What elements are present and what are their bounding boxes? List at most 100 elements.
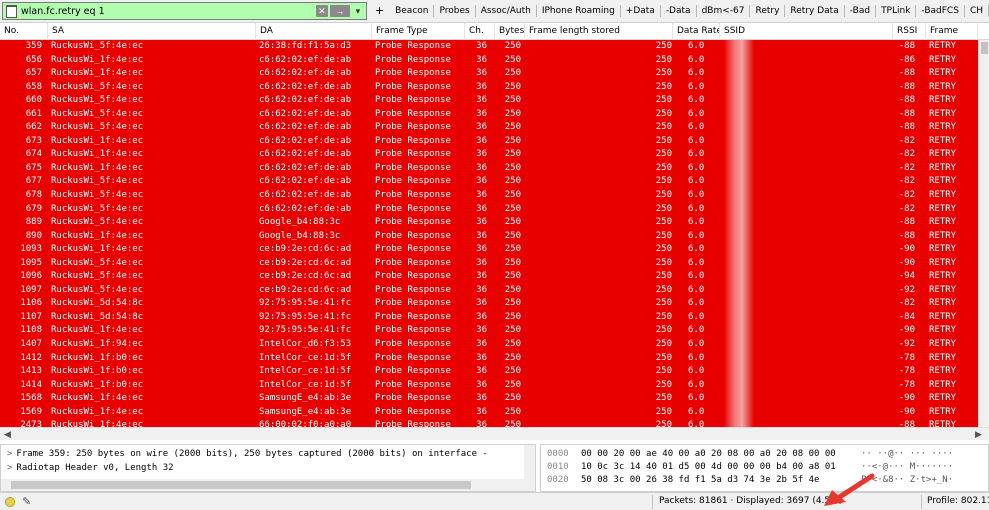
table-row[interactable]: 660 RuckusWi_5f:4e:ec c6:62:02:ef:de:ab Pro… bbox=[0, 94, 978, 108]
cell-frame-length: 250 bbox=[655, 176, 672, 187]
table-row[interactable]: 1568 RuckusWi_1f:4e:ec SamsungE_e4:ab:3e Pr… bbox=[0, 392, 978, 406]
table-row[interactable]: 679 RuckusWi_5f:4e:ec c6:62:02:ef:de:ab Pro… bbox=[0, 203, 978, 217]
table-row[interactable]: 677 RuckusWi_5f:4e:ec c6:62:02:ef:de:ab Pro… bbox=[0, 175, 978, 189]
cell-data-rate: 6.0 bbox=[688, 217, 705, 228]
table-row[interactable]: 1108 RuckusWi_1f:4e:ec 92:75:95:5e:41:fc Pr… bbox=[0, 324, 978, 338]
cell-frame: RETRY bbox=[929, 352, 957, 363]
cell-frame: RETRY bbox=[929, 379, 957, 390]
table-row[interactable]: 1097 RuckusWi_5f:4e:ec ce:b9:2e:cd:6c:ad Pr… bbox=[0, 284, 978, 298]
cell-frame-type: Probe Response bbox=[375, 230, 451, 241]
cell-frame: RETRY bbox=[929, 81, 957, 92]
cell-frame-length: 250 bbox=[655, 162, 672, 173]
column-header-rssi[interactable]: RSSI bbox=[893, 23, 926, 40]
cell-sa: RuckusWi_1f:4e:ec bbox=[51, 54, 144, 65]
filter-button-dbm-67[interactable]: dBm<-67 bbox=[697, 5, 751, 17]
column-header-channel[interactable]: Ch. bbox=[465, 23, 495, 40]
cell-rssi: -82 bbox=[898, 203, 915, 214]
cell-bytes: 250 bbox=[504, 122, 521, 133]
table-row[interactable]: 675 RuckusWi_1f:4e:ec c6:62:02:ef:de:ab Pro… bbox=[0, 162, 978, 176]
vertical-scrollbar[interactable] bbox=[978, 40, 989, 427]
add-filter-button[interactable]: + bbox=[369, 5, 390, 17]
filter-button-bad[interactable]: -Bad bbox=[845, 5, 877, 17]
filter-button-data[interactable]: +Data bbox=[621, 5, 661, 17]
filter-button-retry-data[interactable]: Retry Data bbox=[785, 5, 845, 17]
table-row[interactable]: 661 RuckusWi_5f:4e:ec c6:62:02:ef:de:ab Pro… bbox=[0, 108, 978, 122]
filter-button-retry[interactable]: Retry bbox=[750, 5, 786, 17]
table-row[interactable]: 674 RuckusWi_1f:4e:ec c6:62:02:ef:de:ab Pro… bbox=[0, 148, 978, 162]
table-row[interactable]: 1569 RuckusWi_1f:4e:ec SamsungE_e4:ab:3e Pr… bbox=[0, 406, 978, 420]
cell-frame-type: Probe Response bbox=[375, 122, 451, 133]
scrollbar-thumb[interactable] bbox=[981, 42, 988, 54]
red-annotation-arrow-icon bbox=[824, 473, 875, 506]
column-header-bytes[interactable]: Bytes bbox=[495, 23, 525, 40]
filter-dropdown-button[interactable]: ▾ bbox=[352, 5, 364, 17]
edit-comment-icon[interactable]: ✎ bbox=[22, 495, 31, 508]
table-row[interactable]: 656 RuckusWi_1f:4e:ec c6:62:02:ef:de:ab Pro… bbox=[0, 54, 978, 68]
packet-details-pane: > Frame 359: 250 bytes on wire (2000 bits… bbox=[0, 444, 536, 492]
detail-radiotap-text: Radiotap Header v0, Length 32 bbox=[16, 463, 174, 473]
filter-button-beacon[interactable]: Beacon bbox=[390, 5, 435, 17]
yellow-circle-icon[interactable] bbox=[5, 497, 15, 507]
table-row[interactable]: 658 RuckusWi_5f:4e:ec c6:62:02:ef:de:ab Pro… bbox=[0, 81, 978, 95]
table-row[interactable]: 673 RuckusWi_1f:4e:ec c6:62:02:ef:de:ab Pro… bbox=[0, 135, 978, 149]
table-row[interactable]: 890 RuckusWi_1f:4e:ec Google_b4:88:3c Probe… bbox=[0, 230, 978, 244]
display-filter-input[interactable]: wlan.fc.retry eq 1 ✕ → ▾ bbox=[2, 2, 367, 20]
column-header-no[interactable]: No. bbox=[0, 23, 48, 40]
table-row[interactable]: 1096 RuckusWi_5f:4e:ec ce:b9:2e:cd:6c:ad Pr… bbox=[0, 270, 978, 284]
filter-button-probes[interactable]: Probes bbox=[434, 5, 476, 17]
apply-filter-button[interactable]: → bbox=[329, 5, 350, 17]
scroll-right-icon[interactable]: ▶ bbox=[975, 428, 982, 440]
cell-frame-length: 250 bbox=[655, 406, 672, 417]
cell-frame-type: Probe Response bbox=[375, 108, 451, 119]
cell-sa: RuckusWi_5f:4e:ec bbox=[51, 176, 144, 187]
table-row[interactable]: 678 RuckusWi_5f:4e:ec c6:62:02:ef:de:ab Pro… bbox=[0, 189, 978, 203]
table-row[interactable]: 1107 RuckusWi_5d:54:8c 92:75:95:5e:41:fc Pr… bbox=[0, 311, 978, 325]
table-row[interactable]: 1106 RuckusWi_5d:54:8c 92:75:95:5e:41:fc Pr… bbox=[0, 297, 978, 311]
filter-button-data[interactable]: -Data bbox=[661, 5, 697, 17]
table-row[interactable]: 1095 RuckusWi_5f:4e:ec ce:b9:2e:cd:6c:ad Pr… bbox=[0, 257, 978, 271]
filter-button-tplink[interactable]: TPLink bbox=[876, 5, 917, 17]
cell-channel: 36 bbox=[476, 217, 487, 228]
expand-arrow-icon[interactable]: > bbox=[7, 463, 12, 473]
cell-frame: RETRY bbox=[929, 162, 957, 173]
scroll-left-icon[interactable]: ◀ bbox=[4, 428, 11, 440]
cell-frame-length: 250 bbox=[655, 366, 672, 377]
details-horizontal-scrollbar[interactable] bbox=[1, 479, 535, 491]
bytes-row: 0020 50 08 3c 00 26 38 fd f1 5a d3 74 3e … bbox=[547, 475, 953, 485]
column-header-ssid[interactable]: SSID bbox=[720, 23, 893, 40]
table-row[interactable]: 889 RuckusWi_5f:4e:ec Google_b4:88:3c Probe… bbox=[0, 216, 978, 230]
table-row[interactable]: 1412 RuckusWi_1f:b0:ec IntelCor_ce:1d:5f Pr… bbox=[0, 352, 978, 366]
filter-button-ch[interactable]: CH bbox=[965, 5, 989, 17]
filter-button-badfcs[interactable]: -BadFCS bbox=[916, 5, 965, 17]
detail-frame-row[interactable]: > Frame 359: 250 bytes on wire (2000 bits… bbox=[7, 449, 488, 459]
table-row[interactable]: 1414 RuckusWi_1f:b0:ec IntelCor_ce:1d:5f Pr… bbox=[0, 379, 978, 393]
scrollbar-thumb[interactable] bbox=[11, 481, 471, 489]
column-header-frame-length-stored[interactable]: Frame length stored bbox=[525, 23, 673, 40]
table-row[interactable]: 1407 RuckusWi_1f:94:ec IntelCor_d6:f3:53 Pr… bbox=[0, 338, 978, 352]
cell-channel: 36 bbox=[476, 352, 487, 363]
column-header-frame[interactable]: Frame bbox=[926, 23, 978, 40]
table-row[interactable]: 1093 RuckusWi_1f:4e:ec ce:b9:2e:cd:6c:ad Pr… bbox=[0, 243, 978, 257]
table-row[interactable]: 359 RuckusWi_5f:4e:ec 26:38:fd:f1:5a:d3 Pro… bbox=[0, 40, 978, 54]
filter-text[interactable]: wlan.fc.retry eq 1 bbox=[21, 6, 316, 17]
horizontal-scrollbar[interactable]: ◀ ▶ bbox=[0, 427, 989, 440]
table-row[interactable]: 657 RuckusWi_1f:4e:ec c6:62:02:ef:de:ab Pro… bbox=[0, 67, 978, 81]
cell-data-rate: 6.0 bbox=[688, 339, 705, 350]
table-row[interactable]: 2473 RuckusWi_1f:4e:ec 66:00:02:f0:a0:a0 Pr… bbox=[0, 419, 978, 427]
column-header-data-rate[interactable]: Data Rate bbox=[673, 23, 720, 40]
filter-button-assoc-auth[interactable]: Assoc/Auth bbox=[476, 5, 537, 17]
table-row[interactable]: 1413 RuckusWi_1f:b0:ec IntelCor_ce:1d:5f Pr… bbox=[0, 365, 978, 379]
detail-radiotap-row[interactable]: > Radiotap Header v0, Length 32 bbox=[7, 463, 174, 473]
column-header-da[interactable]: DA bbox=[256, 23, 372, 40]
column-header-frame-type[interactable]: Frame Type bbox=[372, 23, 465, 40]
clear-filter-button[interactable]: ✕ bbox=[315, 5, 328, 17]
profile-label[interactable]: Profile: 802.11 bbox=[927, 496, 989, 506]
filter-button-iphone-roaming[interactable]: IPhone Roaming bbox=[537, 5, 621, 17]
expand-arrow-icon[interactable]: > bbox=[7, 449, 12, 459]
table-row[interactable]: 662 RuckusWi_5f:4e:ec c6:62:02:ef:de:ab Pro… bbox=[0, 121, 978, 135]
cell-channel: 36 bbox=[476, 298, 487, 309]
cell-frame-type: Probe Response bbox=[375, 325, 451, 336]
bookmark-icon[interactable] bbox=[6, 4, 17, 18]
column-header-sa[interactable]: SA bbox=[48, 23, 256, 40]
details-vertical-scrollbar[interactable] bbox=[524, 445, 535, 479]
